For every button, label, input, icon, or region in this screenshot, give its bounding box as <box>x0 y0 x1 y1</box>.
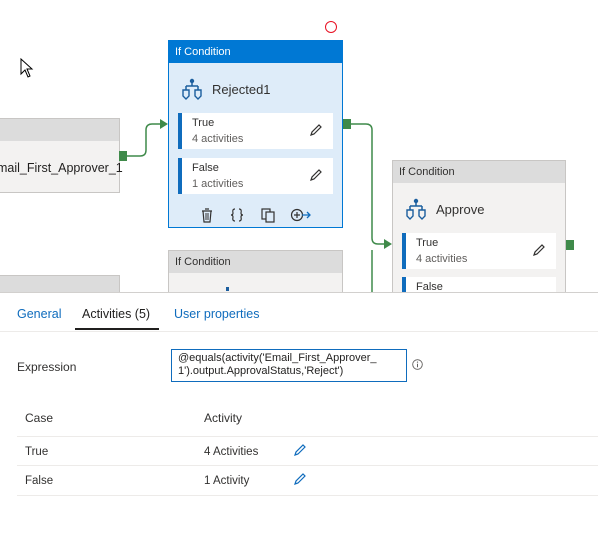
column-header-activity: Activity <box>204 411 243 425</box>
edit-pencil-icon[interactable] <box>293 472 307 486</box>
node-title-row: Approve <box>404 193 484 225</box>
branch-name: True <box>192 117 215 129</box>
branch-true[interactable]: True 4 activities <box>402 233 556 269</box>
case-cell: False <box>25 475 54 487</box>
connector-left-to-rejected <box>127 123 160 157</box>
partial-node[interactable] <box>0 275 120 292</box>
email-approver-node[interactable]: mail_First_Approver_1 <box>0 118 123 193</box>
pipeline-canvas[interactable]: mail_First_Approver_1 If Condition Rejec… <box>0 0 598 292</box>
branch-count: 4 activities <box>192 133 244 145</box>
if-condition-icon <box>406 198 426 220</box>
node-icon-partial <box>226 287 229 291</box>
activity-cell: 4 Activities <box>204 446 259 458</box>
node-type-header: If Condition <box>169 41 342 63</box>
edit-pencil-icon[interactable] <box>309 123 323 137</box>
branch-name: False <box>416 281 443 292</box>
info-icon[interactable] <box>412 359 423 370</box>
branch-name: True <box>416 237 439 249</box>
if-condition-icon <box>182 78 202 100</box>
node-header <box>0 119 119 141</box>
properties-panel: General Activities (5) User properties E… <box>0 292 598 537</box>
case-cell: True <box>25 446 49 458</box>
code-icon[interactable] <box>228 206 246 224</box>
if-condition-node-rejected[interactable]: If Condition Rejected1 True 4 activities… <box>168 40 343 228</box>
node-title: Rejected1 <box>212 81 271 97</box>
add-output-icon[interactable] <box>290 206 312 224</box>
branch-true[interactable]: True 4 activities <box>178 113 333 149</box>
node-title-row: Rejected1 <box>180 73 271 105</box>
expression-label: Expression <box>17 360 77 374</box>
active-tab-underline <box>75 328 159 330</box>
output-port[interactable] <box>119 151 127 161</box>
tab-activities[interactable]: Activities (5) <box>82 307 150 321</box>
activity-cell: 1 Activity <box>204 475 250 487</box>
branch-false[interactable]: False 1 activities <box>178 158 333 194</box>
if-condition-node-approve[interactable]: If Condition Approve True 4 activities F… <box>392 160 566 292</box>
node-label: mail_First_Approver_1 <box>0 161 123 175</box>
output-port[interactable] <box>566 240 574 250</box>
connector-rejected-to-approve <box>351 123 384 245</box>
column-header-case: Case <box>25 411 54 425</box>
output-port[interactable] <box>343 119 351 129</box>
tab-user-properties[interactable]: User properties <box>174 307 259 321</box>
connector-arrowhead-approve <box>384 239 392 249</box>
tab-general[interactable]: General <box>17 307 61 321</box>
table-row: True 4 Activities <box>17 436 598 466</box>
edit-pencil-icon[interactable] <box>309 168 323 182</box>
mouse-cursor-icon <box>20 58 34 78</box>
node-title: Approve <box>436 201 485 217</box>
node-header <box>0 276 119 292</box>
delete-icon[interactable] <box>198 206 216 224</box>
branch-count: 1 activities <box>192 178 244 190</box>
copy-icon[interactable] <box>259 206 277 224</box>
branch-count: 4 activities <box>416 253 468 265</box>
branch-false[interactable]: False <box>402 277 556 292</box>
edit-pencil-icon[interactable] <box>532 243 546 257</box>
expression-input[interactable]: @equals(activity('Email_First_Approver_ … <box>171 349 407 382</box>
node-type-header: If Condition <box>393 161 565 183</box>
edit-pencil-icon[interactable] <box>293 443 307 457</box>
if-condition-node-lower[interactable]: If Condition <box>168 250 343 292</box>
table-row: False 1 Activity <box>17 465 598 496</box>
connector-arrowhead-rejected <box>160 119 168 129</box>
tab-bar: General Activities (5) User properties <box>0 293 598 332</box>
node-type-header: If Condition <box>169 251 342 273</box>
branch-name: False <box>192 162 219 174</box>
error-indicator-icon <box>325 21 337 33</box>
node-toolbar <box>169 206 344 226</box>
